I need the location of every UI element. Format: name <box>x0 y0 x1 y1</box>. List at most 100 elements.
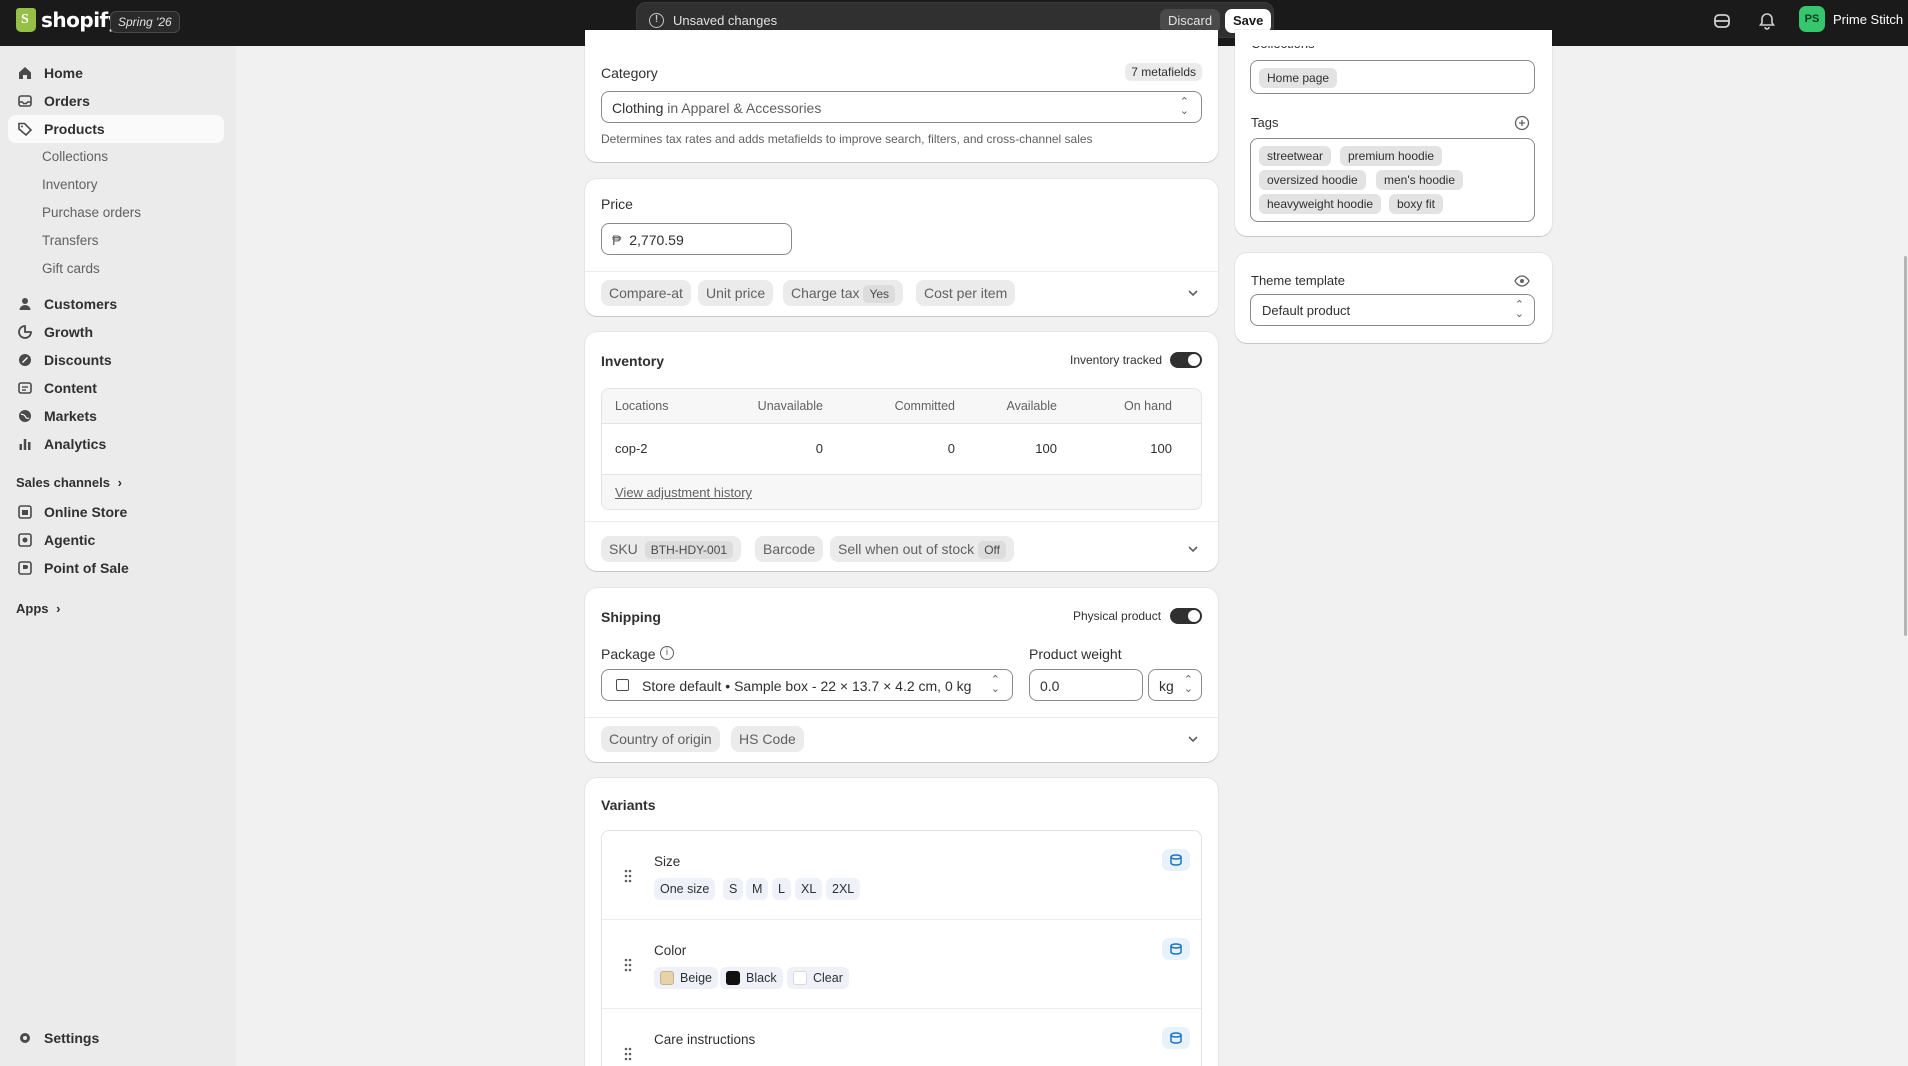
weight-value: 0.0 <box>1040 678 1060 694</box>
sidebar-item-home[interactable]: Home <box>8 59 224 87</box>
sidekick-icon[interactable] <box>1712 11 1732 31</box>
product-tag[interactable]: premium hoodie <box>1340 146 1443 166</box>
sidebar-item-collections[interactable]: Collections <box>42 149 108 164</box>
drag-handle-icon[interactable] <box>623 958 633 972</box>
option-value: 2XL <box>826 878 861 900</box>
notifications-bell-icon[interactable] <box>1757 11 1777 31</box>
sidebar-item-purchase-orders[interactable]: Purchase orders <box>42 205 141 220</box>
select-arrows-icon: ⌃ ⌄ <box>990 674 1000 695</box>
info-icon[interactable]: i <box>660 646 674 660</box>
option-value: L <box>772 878 791 900</box>
unit-price-chip[interactable]: Unit price <box>698 280 774 306</box>
metafield-linked-icon[interactable] <box>1162 938 1190 960</box>
sidebar-item-label: Orders <box>44 93 90 109</box>
package-value: Store default • Sample box - 22 × 13.7 ×… <box>642 678 972 694</box>
organization-card: Collections Home page Tags streetwear pr… <box>1235 30 1552 236</box>
drag-handle-icon[interactable] <box>623 1047 633 1061</box>
sidebar-item-customers[interactable]: Customers <box>8 290 224 318</box>
sku-chip[interactable]: SKU BTH-HDY-001 <box>601 536 742 562</box>
sidebar-item-content[interactable]: Content <box>8 374 224 402</box>
edition-badge[interactable]: Spring '26 <box>110 11 180 33</box>
sidebar-item-analytics[interactable]: Analytics <box>8 430 224 458</box>
inbox-icon <box>18 94 32 108</box>
user-menu[interactable]: PS Prime Stitch <box>1799 6 1903 32</box>
category-card: Category 7 metafields Clothing in Appare… <box>585 30 1218 162</box>
view-adjustment-history-link[interactable]: View adjustment history <box>615 485 752 500</box>
product-tag[interactable]: heavyweight hoodie <box>1259 194 1382 214</box>
price-input[interactable]: ₱ 2,770.59 <box>601 223 792 255</box>
on-hand-cell[interactable]: 100 <box>1150 441 1172 456</box>
sidebar-item-products[interactable]: Products <box>8 115 224 143</box>
collections-field[interactable]: Home page <box>1250 60 1535 94</box>
sidebar-item-settings[interactable]: Settings <box>8 1024 224 1052</box>
sku-value: BTH-HDY-001 <box>644 541 734 559</box>
available-cell[interactable]: 100 <box>1035 441 1057 456</box>
location-cell: cop-2 <box>615 441 648 456</box>
sidebar-item-online-store[interactable]: Online Store <box>8 498 224 526</box>
drag-handle-icon[interactable] <box>623 869 633 883</box>
variants-card: Variants Size One size S M L XL 2XL Colo… <box>585 778 1218 1066</box>
sell-oos-label: Sell when out of stock <box>838 541 975 557</box>
weight-input[interactable]: 0.0 <box>1029 669 1143 701</box>
sidebar-item-gift-cards[interactable]: Gift cards <box>42 261 100 276</box>
weight-unit-select[interactable]: kg ⌃ ⌄ <box>1148 669 1202 701</box>
agentic-icon <box>18 533 32 547</box>
sales-channels-heading[interactable]: Sales channels › <box>16 475 122 490</box>
shopify-logo[interactable]: shopify <box>16 8 121 32</box>
unsaved-message: Unsaved changes <box>673 13 778 28</box>
chevron-down-icon[interactable] <box>1185 731 1201 747</box>
sidebar-item-point-of-sale[interactable]: Point of Sale <box>8 554 224 582</box>
content-icon <box>18 381 32 395</box>
country-of-origin-chip[interactable]: Country of origin <box>601 726 720 752</box>
sell-oos-value: Off <box>978 541 1006 559</box>
page-scrollbar[interactable] <box>1904 256 1907 636</box>
column-committed: Committed <box>894 399 955 413</box>
price-card: Price ₱ 2,770.59 Compare-at Unit price C… <box>585 179 1218 316</box>
product-tag[interactable]: streetwear <box>1259 146 1332 166</box>
apps-heading[interactable]: Apps › <box>16 601 60 616</box>
eye-icon[interactable] <box>1514 273 1530 289</box>
chevron-down-icon[interactable] <box>1185 285 1201 301</box>
sidebar-item-label: Agentic <box>44 532 96 548</box>
charge-tax-label: Charge tax <box>791 285 860 301</box>
sidebar-item-growth[interactable]: Growth <box>8 318 224 346</box>
logo-text: shopify <box>41 8 121 32</box>
category-select[interactable]: Clothing in Apparel & Accessories ⌃ ⌄ <box>601 91 1202 123</box>
product-tag[interactable]: boxy fit <box>1389 194 1444 214</box>
sidebar-item-orders[interactable]: Orders <box>8 87 224 115</box>
color-swatch <box>793 971 807 985</box>
home-icon <box>18 66 32 80</box>
unavailable-cell[interactable]: 0 <box>816 441 823 456</box>
avatar: PS <box>1799 6 1825 32</box>
collection-tag[interactable]: Home page <box>1259 68 1338 88</box>
physical-product-toggle[interactable] <box>1170 608 1202 624</box>
sidebar-item-discounts[interactable]: Discounts <box>8 346 224 374</box>
product-tag[interactable]: oversized hoodie <box>1259 170 1366 190</box>
compare-at-chip[interactable]: Compare-at <box>601 280 691 306</box>
inventory-tracked-toggle[interactable] <box>1170 352 1202 368</box>
package-select[interactable]: Store default • Sample box - 22 × 13.7 ×… <box>601 669 1013 701</box>
select-arrows-icon: ⌃ ⌄ <box>1179 96 1189 117</box>
metafield-linked-icon[interactable] <box>1162 1027 1190 1049</box>
chevron-down-icon[interactable] <box>1185 541 1201 557</box>
theme-template-select[interactable]: Default product ⌃ ⌄ <box>1250 294 1535 326</box>
metafields-badge[interactable]: 7 metafields <box>1125 63 1202 81</box>
charge-tax-chip[interactable]: Charge tax Yes <box>783 280 904 306</box>
sidebar-item-transfers[interactable]: Transfers <box>42 233 99 248</box>
price-value: 2,770.59 <box>629 232 684 248</box>
tags-field[interactable]: streetwear premium hoodie oversized hood… <box>1250 138 1535 222</box>
product-tag[interactable]: men's hoodie <box>1376 170 1464 190</box>
hs-code-chip[interactable]: HS Code <box>731 726 804 752</box>
sidebar-item-agentic[interactable]: Agentic <box>8 526 224 554</box>
barcode-chip[interactable]: Barcode <box>755 536 824 562</box>
variant-options-list: Size One size S M L XL 2XL Color Beige B… <box>601 830 1202 1066</box>
cost-per-item-chip[interactable]: Cost per item <box>916 280 1016 306</box>
sell-out-of-stock-chip[interactable]: Sell when out of stock Off <box>830 536 1014 562</box>
add-circle-icon[interactable] <box>1514 115 1530 131</box>
tag-icon <box>18 122 32 136</box>
option-value: M <box>746 878 769 900</box>
sidebar-item-inventory[interactable]: Inventory <box>42 177 98 192</box>
sidebar-item-label: Discounts <box>44 352 112 368</box>
metafield-linked-icon[interactable] <box>1162 849 1190 871</box>
sidebar-item-markets[interactable]: Markets <box>8 402 224 430</box>
